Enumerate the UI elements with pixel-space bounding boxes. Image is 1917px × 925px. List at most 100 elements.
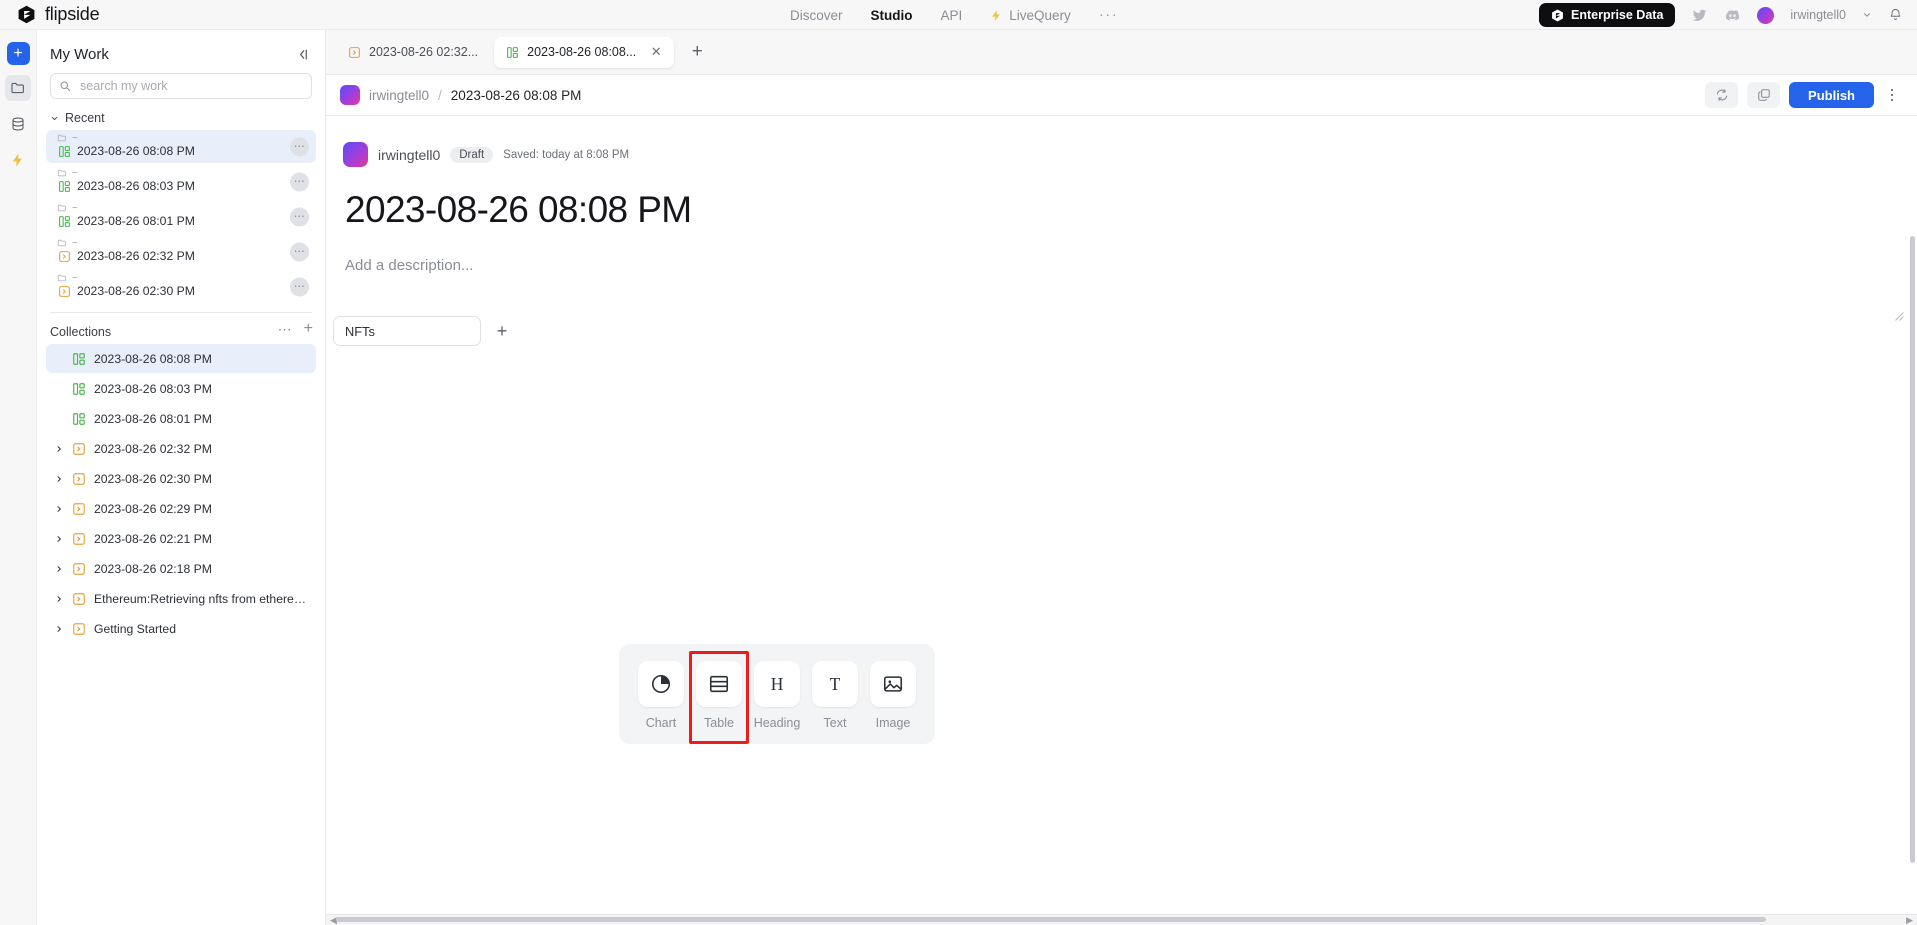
publish-button[interactable]: Publish — [1789, 82, 1874, 108]
rail-my-work-button[interactable] — [5, 75, 31, 101]
new-tab-button[interactable]: + — [684, 39, 710, 65]
brand[interactable]: flipside — [0, 4, 100, 25]
collection-item-label: 2023-08-26 02:32 PM — [94, 441, 212, 456]
resize-handle[interactable] — [1893, 308, 1904, 321]
collections-section-label: Collections — [50, 325, 112, 339]
chevron-right-icon[interactable] — [54, 595, 64, 603]
refresh-icon — [1716, 89, 1727, 101]
new-item-button[interactable]: + — [6, 42, 30, 65]
text-tile[interactable]: T — [812, 661, 858, 707]
editor-tab[interactable]: 2023-08-26 02:32... — [336, 37, 490, 68]
chevron-right-icon[interactable] — [54, 505, 64, 513]
horizontal-scrollbar-thumb[interactable] — [336, 917, 1766, 922]
resize-grip-icon — [1895, 312, 1904, 321]
nav-discover[interactable]: Discover — [790, 8, 843, 23]
search-input[interactable] — [78, 78, 303, 94]
nav-livequery[interactable]: LiveQuery — [990, 8, 1071, 23]
chevron-right-icon[interactable] — [54, 475, 64, 483]
recent-item-menu-button[interactable]: ⋯ — [290, 277, 309, 296]
query-icon — [72, 442, 86, 456]
collection-item[interactable]: 2023-08-26 02:30 PM — [46, 464, 316, 493]
folder-icon — [57, 169, 66, 177]
nav-studio[interactable]: Studio — [871, 8, 913, 23]
dashboard-icon — [72, 352, 86, 366]
brand-name: flipside — [45, 4, 100, 24]
breadcrumb-title: 2023-08-26 08:08 PM — [450, 87, 582, 103]
vertical-scrollbar[interactable] — [1910, 236, 1915, 863]
collections-add-button[interactable]: + — [304, 321, 313, 337]
collection-item[interactable]: Ethereum:Retrieving nfts from ethereum..… — [46, 584, 316, 613]
description-placeholder[interactable]: Add a description... — [345, 257, 1917, 274]
avatar[interactable] — [343, 142, 368, 167]
twitter-icon[interactable] — [1691, 7, 1708, 24]
editor-tab[interactable]: 2023-08-26 08:08... ✕ — [494, 36, 675, 68]
search-container — [37, 73, 325, 99]
recent-item-label: 2023-08-26 08:08 PM — [77, 144, 195, 158]
enterprise-data-button[interactable]: Enterprise Data — [1539, 3, 1676, 27]
collection-item[interactable]: 2023-08-26 02:32 PM — [46, 434, 316, 463]
chevron-right-icon[interactable] — [54, 445, 64, 453]
lightning-bolt-icon — [992, 9, 1001, 21]
avatar[interactable] — [340, 85, 360, 105]
discord-icon[interactable] — [1724, 7, 1741, 24]
recent-item[interactable]: ~ 2023-08-26 02:32 PM ⋯ — [46, 235, 316, 268]
icon-rail: + — [0, 30, 37, 925]
nav-overflow-icon[interactable]: ··· — [1099, 7, 1119, 22]
chevron-right-icon[interactable] — [54, 535, 64, 543]
chevron-right-icon[interactable] — [54, 565, 64, 573]
page-tab[interactable]: NFTs — [333, 316, 481, 346]
image-tile[interactable] — [870, 661, 916, 707]
collections-more-button[interactable]: ⋯ — [278, 322, 292, 336]
rail-data-button[interactable] — [5, 111, 31, 137]
palette-item-heading[interactable]: H Heading — [751, 659, 803, 732]
collection-item[interactable]: 2023-08-26 08:03 PM — [46, 374, 316, 403]
refresh-button[interactable] — [1705, 82, 1739, 108]
bell-icon[interactable] — [1888, 7, 1903, 23]
collection-item[interactable]: 2023-08-26 02:18 PM — [46, 554, 316, 583]
collection-item[interactable]: Getting Started — [46, 614, 316, 643]
more-options-button[interactable] — [1883, 88, 1901, 102]
scroll-right-icon[interactable]: ▶ — [1906, 916, 1913, 925]
add-page-tab-button[interactable]: + — [491, 320, 513, 342]
copy-icon — [1757, 89, 1770, 101]
chevron-down-icon[interactable] — [1862, 10, 1872, 20]
duplicate-button[interactable] — [1747, 82, 1781, 108]
nav-api[interactable]: API — [941, 8, 963, 23]
search-box[interactable] — [50, 73, 312, 99]
collections-list: 2023-08-26 08:08 PM 2023-08-26 08:03 PM — [37, 344, 325, 643]
recent-item[interactable]: ~ 2023-08-26 08:01 PM ⋯ — [46, 200, 316, 233]
query-icon — [57, 249, 71, 263]
chevron-right-icon[interactable] — [54, 625, 64, 633]
close-icon[interactable]: ✕ — [650, 44, 662, 59]
recent-item[interactable]: ~ 2023-08-26 08:03 PM ⋯ — [46, 165, 316, 198]
recent-item[interactable]: ~ 2023-08-26 08:08 PM ⋯ — [46, 130, 316, 163]
rail-livequery-button[interactable] — [5, 147, 31, 173]
palette-item-image[interactable]: Image — [867, 659, 919, 732]
breadcrumb: irwingtell0 / 2023-08-26 08:08 PM — [340, 85, 581, 105]
table-tile[interactable] — [696, 661, 742, 707]
palette-item-text[interactable]: T Text — [809, 659, 861, 732]
recent-item-menu-button[interactable]: ⋯ — [290, 242, 309, 261]
palette-item-chart[interactable]: Chart — [635, 659, 687, 732]
palette-item-table[interactable]: Table — [689, 651, 749, 744]
recent-item[interactable]: ~ 2023-08-26 02:30 PM ⋯ — [46, 270, 316, 303]
collection-item[interactable]: 2023-08-26 08:01 PM — [46, 404, 316, 433]
avatar[interactable] — [1757, 6, 1775, 24]
document-meta: irwingtell0 Draft Saved: today at 8:08 P… — [343, 142, 1917, 167]
heading-tile[interactable]: H — [754, 661, 800, 707]
chart-tile[interactable] — [638, 661, 684, 707]
page-title[interactable]: 2023-08-26 08:08 PM — [345, 189, 1917, 231]
query-icon — [72, 562, 86, 576]
recent-item-menu-button[interactable]: ⋯ — [290, 137, 309, 156]
collection-item[interactable]: 2023-08-26 02:21 PM — [46, 524, 316, 553]
dashboard-icon — [57, 214, 71, 228]
recent-section-header[interactable]: Recent — [37, 99, 325, 130]
breadcrumb-owner[interactable]: irwingtell0 — [369, 88, 429, 103]
collection-item[interactable]: 2023-08-26 02:29 PM — [46, 494, 316, 523]
recent-item-menu-button[interactable]: ⋯ — [290, 172, 309, 191]
collection-item[interactable]: 2023-08-26 08:08 PM — [46, 344, 316, 373]
collapse-sidebar-button[interactable] — [293, 45, 311, 63]
recent-item-menu-button[interactable]: ⋯ — [290, 207, 309, 226]
palette-item-label: Table — [704, 716, 734, 730]
recent-item-label: 2023-08-26 02:32 PM — [77, 249, 195, 263]
